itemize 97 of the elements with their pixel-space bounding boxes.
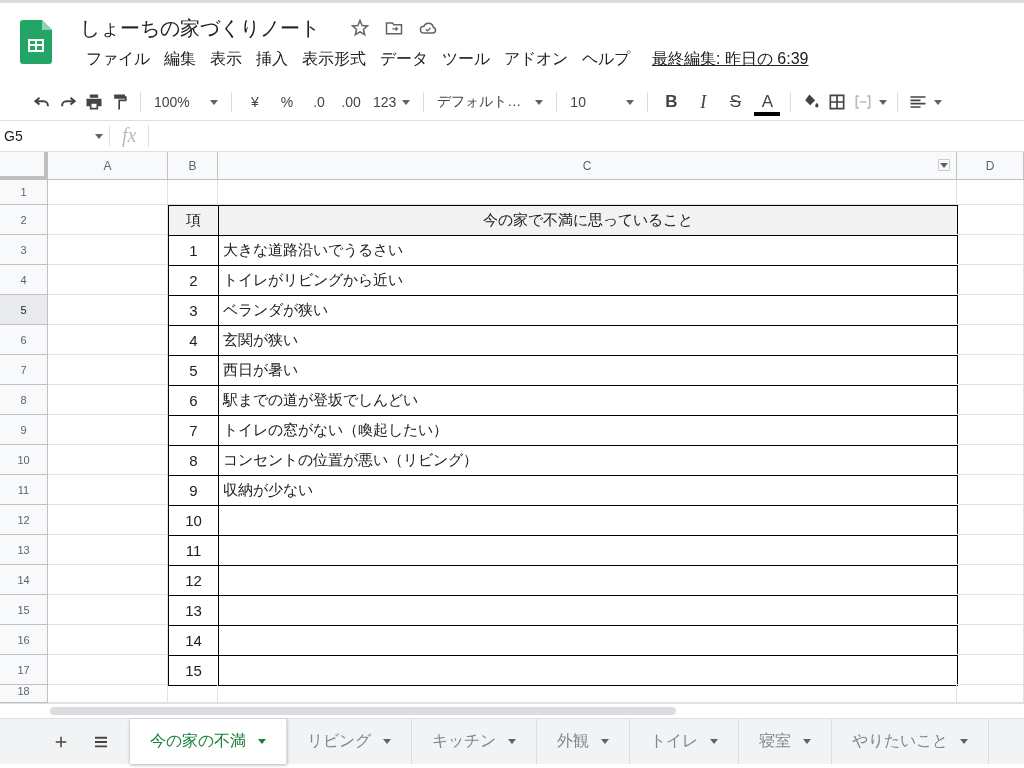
sheet-tab[interactable]: リビング (287, 719, 412, 764)
menu-item[interactable]: 表示形式 (296, 47, 372, 72)
row-header[interactable]: 16 (0, 625, 48, 655)
currency-button[interactable]: ¥ (242, 88, 268, 116)
table-cell (957, 385, 1024, 415)
caret-icon (535, 99, 544, 105)
number-format-dropdown[interactable]: 123 (370, 88, 414, 116)
row-header[interactable]: 7 (0, 355, 48, 385)
caret-icon (626, 99, 635, 105)
sheet-tab[interactable]: トイレ (630, 719, 739, 764)
menu-item[interactable]: ヘルプ (576, 47, 636, 72)
caret-icon (601, 739, 609, 744)
sheet-tab[interactable]: 今の家の不満 (130, 719, 287, 764)
bold-button[interactable]: B (658, 88, 685, 116)
sheet-tab[interactable]: 寝室 (739, 719, 832, 764)
menu-item[interactable]: 表示 (204, 47, 248, 72)
row-header[interactable]: 13 (0, 535, 48, 565)
menu-item[interactable]: データ (374, 47, 434, 72)
table-cell (957, 180, 1024, 205)
row-header[interactable]: 8 (0, 385, 48, 415)
scrollbar-thumb[interactable] (50, 707, 676, 715)
sheet-tab[interactable]: 外観 (537, 719, 630, 764)
corner-cell[interactable] (0, 152, 48, 180)
star-icon[interactable] (350, 18, 370, 38)
row-header[interactable]: 2 (0, 205, 48, 235)
row-header[interactable]: 12 (0, 505, 48, 535)
document-title[interactable]: しょーちの家づくりノート (80, 14, 320, 42)
print-icon[interactable] (84, 92, 104, 112)
zoom-dropdown[interactable]: 100% (151, 88, 221, 116)
caret-icon (258, 739, 266, 744)
table-cell (957, 475, 1024, 505)
strikethrough-button[interactable]: S (722, 88, 749, 116)
row-header[interactable]: 11 (0, 475, 48, 505)
font-size-dropdown[interactable]: 10 (567, 88, 638, 116)
table-cell (957, 565, 1024, 595)
caret-icon (934, 99, 943, 105)
row-header[interactable]: 5 (0, 295, 48, 325)
row-header[interactable]: 17 (0, 655, 48, 685)
menu-item[interactable]: 挿入 (250, 47, 294, 72)
table-cell: 15 (168, 655, 219, 686)
percent-button[interactable]: % (274, 88, 300, 116)
sheet-tab[interactable]: キッチン (412, 719, 537, 764)
last-edit-link[interactable]: 最終編集: 昨日の 6:39 (646, 47, 815, 72)
table-cell (957, 415, 1024, 445)
row-header[interactable]: 10 (0, 445, 48, 475)
table-cell (957, 625, 1024, 655)
menu-item[interactable]: アドオン (498, 47, 574, 72)
caret-icon (803, 739, 811, 744)
menu-item[interactable]: ツール (436, 47, 496, 72)
row-header[interactable]: 1 (0, 180, 48, 205)
caret-icon (95, 133, 103, 139)
caret-icon (940, 162, 948, 168)
table-cell (957, 445, 1024, 475)
caret-icon (508, 739, 516, 744)
column-header[interactable]: A (48, 152, 168, 180)
font-dropdown[interactable]: デフォルト… (434, 88, 547, 116)
table-cell (957, 265, 1024, 295)
menu-item[interactable]: ファイル (80, 47, 156, 72)
caret-icon (210, 99, 218, 105)
table-cell (957, 325, 1024, 355)
table-cell (957, 595, 1024, 625)
cell-reference[interactable]: G5 (4, 128, 23, 144)
row-header[interactable]: 6 (0, 325, 48, 355)
column-menu-icon[interactable] (938, 159, 950, 171)
table-header: 今の家で不満に思っていること (218, 205, 958, 236)
caret-icon (402, 99, 411, 105)
table-cell (957, 355, 1024, 385)
column-header[interactable]: C (218, 152, 957, 180)
caret-icon (383, 739, 391, 744)
table-cell (957, 235, 1024, 265)
row-header[interactable]: 4 (0, 265, 48, 295)
column-header[interactable]: D (957, 152, 1024, 180)
caret-icon (710, 739, 718, 744)
row-header[interactable]: 15 (0, 595, 48, 625)
caret-icon (879, 99, 888, 105)
decimal-decrease-button[interactable]: .0 (306, 88, 332, 116)
table-cell (957, 655, 1024, 685)
fx-label: fx (110, 125, 150, 147)
italic-button[interactable]: I (690, 88, 717, 116)
caret-icon (960, 739, 968, 744)
row-header[interactable]: 9 (0, 415, 48, 445)
decimal-increase-button[interactable]: .00 (338, 88, 364, 116)
column-header[interactable]: B (168, 152, 218, 180)
table-cell (957, 295, 1024, 325)
menu-item[interactable]: 編集 (158, 47, 202, 72)
sheet-tab[interactable]: やりたいこと (832, 719, 989, 764)
table-cell (957, 535, 1024, 565)
row-header[interactable]: 3 (0, 235, 48, 265)
merge-cells-icon[interactable] (853, 92, 874, 112)
row-header[interactable]: 14 (0, 565, 48, 595)
borders-icon[interactable] (827, 92, 848, 112)
table-cell (957, 505, 1024, 535)
sheets-logo-icon[interactable] (20, 20, 52, 64)
row-header[interactable]: 18 (0, 685, 48, 703)
text-color-button[interactable]: A (754, 92, 781, 116)
table-header: 項 (168, 205, 219, 236)
table-cell (957, 205, 1024, 235)
